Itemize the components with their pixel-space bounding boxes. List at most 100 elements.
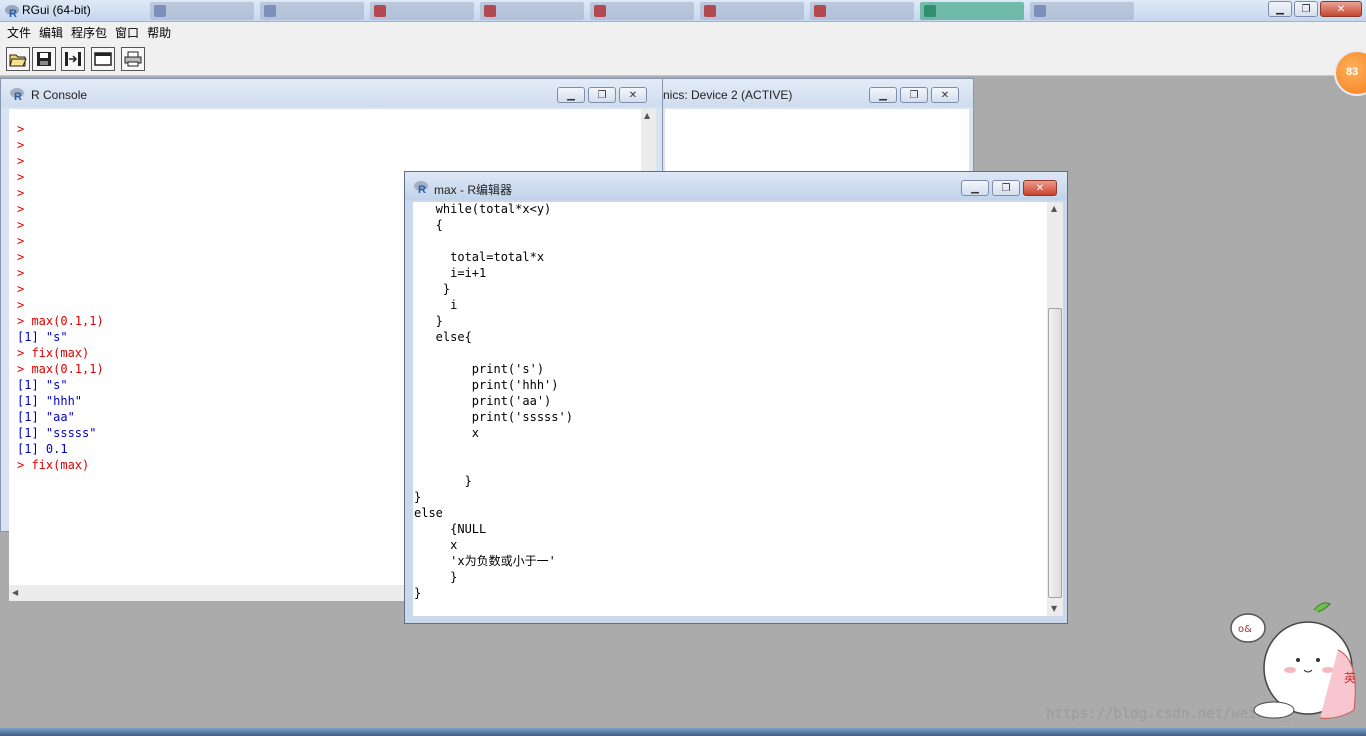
svg-text:R: R — [14, 91, 22, 101]
menu-file[interactable]: 文件 — [6, 24, 38, 41]
console-restore-button[interactable]: ❐ — [588, 87, 616, 103]
background-tab — [370, 2, 474, 20]
scroll-up-icon[interactable]: ▲ — [644, 111, 650, 120]
app-title: RGui (64-bit) — [22, 3, 91, 17]
close-button[interactable]: ✕ — [1320, 1, 1362, 17]
console-line: > — [17, 298, 25, 312]
console-line: > — [17, 234, 25, 248]
editor-code-line: x — [414, 426, 480, 440]
menu-help[interactable]: 帮助 — [146, 24, 178, 41]
restore-button[interactable]: ❐ — [1294, 1, 1318, 17]
tab-icon — [374, 5, 386, 17]
editor-window-title: max - R编辑器 — [434, 183, 513, 197]
notification-badge[interactable]: 83 — [1334, 50, 1366, 96]
console-line: > — [17, 154, 25, 168]
console-line: > — [17, 250, 25, 264]
editor-code-line: x — [414, 538, 458, 552]
console-line: > fix(max) — [17, 458, 90, 472]
tab-icon — [704, 5, 716, 17]
editor-code-line: } — [414, 474, 472, 488]
console-line: > — [17, 138, 25, 152]
svg-text:R: R — [9, 8, 17, 19]
minimize-button[interactable]: ▁ — [1268, 1, 1292, 17]
tab-icon — [1034, 5, 1046, 17]
save-icon — [37, 52, 51, 66]
editor-window-header: R max - R编辑器 ▁ ❐ ✕ — [405, 172, 1067, 200]
editor-close-button[interactable]: ✕ — [1023, 180, 1057, 196]
editor-text-area[interactable]: while(total*x<y) { total=total*x i=i+1 }… — [413, 202, 1047, 616]
console-line: > — [17, 202, 25, 216]
console-line: [1] "sssss" — [17, 426, 97, 440]
editor-code-line: i — [414, 298, 458, 312]
print-button[interactable] — [121, 47, 145, 71]
background-tab — [700, 2, 804, 20]
editor-code-line: {NULL — [414, 522, 487, 536]
console-line: [1] "aa" — [17, 410, 75, 424]
app-titlebar: R RGui (64-bit) ▁ ❐ ✕ — [0, 0, 1366, 22]
graphics-minimize-button[interactable]: ▁ — [869, 87, 897, 103]
tab-icon — [264, 5, 276, 17]
mascot-icon: o& 英 — [1230, 602, 1356, 719]
console-line: [1] 0.1 — [17, 442, 68, 456]
console-line: > — [17, 170, 25, 184]
svg-text:R: R — [418, 184, 426, 194]
editor-code-line: while(total*x<y) — [414, 202, 552, 216]
editor-code-line: print('s') — [414, 362, 545, 376]
close-icon: ✕ — [628, 89, 638, 101]
close-icon: ✕ — [1035, 182, 1045, 194]
background-taskbar-tabs — [150, 2, 1250, 20]
editor-code-line: print('aa') — [414, 394, 552, 408]
console-window-header: R R Console ▁ ❐ ✕ — [1, 79, 662, 107]
console-line: > max(0.1,1) — [17, 362, 104, 376]
editor-scroll-thumb[interactable] — [1048, 308, 1062, 598]
restore-icon: ❐ — [1001, 182, 1011, 194]
console-button[interactable] — [91, 47, 115, 71]
background-tab — [590, 2, 694, 20]
tab-icon — [484, 5, 496, 17]
editor-code-line: total=total*x — [414, 250, 545, 264]
background-tab — [260, 2, 364, 20]
menu-packages[interactable]: 程序包 — [70, 24, 114, 41]
close-icon: ✕ — [1336, 3, 1346, 15]
graphics-window-title: nics: Device 2 (ACTIVE) — [663, 88, 793, 102]
graphics-restore-button[interactable]: ❐ — [900, 87, 928, 103]
save-button[interactable] — [32, 47, 56, 71]
editor-code-line: 'x为负数或小于一' — [414, 554, 556, 568]
svg-text:o&: o& — [1238, 624, 1252, 635]
load-workspace-button[interactable] — [61, 47, 85, 71]
minimize-icon: ▁ — [971, 182, 979, 194]
console-line: [1] "s" — [17, 330, 68, 344]
console-line: > — [17, 282, 25, 296]
console-line: > max(0.1,1) — [17, 314, 104, 328]
r-logo-icon: R — [5, 5, 19, 19]
graphics-close-button[interactable]: ✕ — [931, 87, 959, 103]
console-icon — [94, 52, 112, 66]
menu-bar: 文件 编辑 程序包 窗口 帮助 — [0, 22, 1366, 42]
load-workspace-icon — [65, 52, 81, 66]
background-tab — [480, 2, 584, 20]
editor-vertical-scrollbar[interactable]: ▲ ▼ — [1047, 202, 1063, 616]
r-logo-icon: R — [10, 88, 24, 101]
editor-minimize-button[interactable]: ▁ — [961, 180, 989, 196]
graphics-window-header: nics: Device 2 (ACTIVE) ▁ ❐ ✕ — [651, 79, 973, 107]
editor-code-line: print('hhh') — [414, 378, 559, 392]
console-minimize-button[interactable]: ▁ — [557, 87, 585, 103]
console-line: > — [17, 218, 25, 232]
console-window-title: R Console — [31, 88, 88, 102]
editor-restore-button[interactable]: ❐ — [992, 180, 1020, 196]
minimize-icon: ▁ — [567, 89, 575, 101]
console-window-controls: ▁ ❐ ✕ — [557, 87, 647, 103]
open-script-button[interactable] — [6, 47, 30, 71]
menu-windows[interactable]: 窗口 — [114, 24, 146, 41]
minimize-icon: ▁ — [879, 89, 887, 101]
windows-taskbar[interactable] — [0, 728, 1366, 736]
console-close-button[interactable]: ✕ — [619, 87, 647, 103]
scroll-down-icon[interactable]: ▼ — [1051, 604, 1057, 613]
print-icon — [124, 51, 142, 67]
menu-edit[interactable]: 编辑 — [38, 24, 70, 41]
scroll-up-icon[interactable]: ▲ — [1051, 204, 1057, 213]
graphics-window-controls: ▁ ❐ ✕ — [869, 87, 959, 103]
console-line: [1] "hhh" — [17, 394, 83, 408]
tab-icon — [814, 5, 826, 17]
scroll-left-icon[interactable]: ◀ — [12, 588, 18, 597]
